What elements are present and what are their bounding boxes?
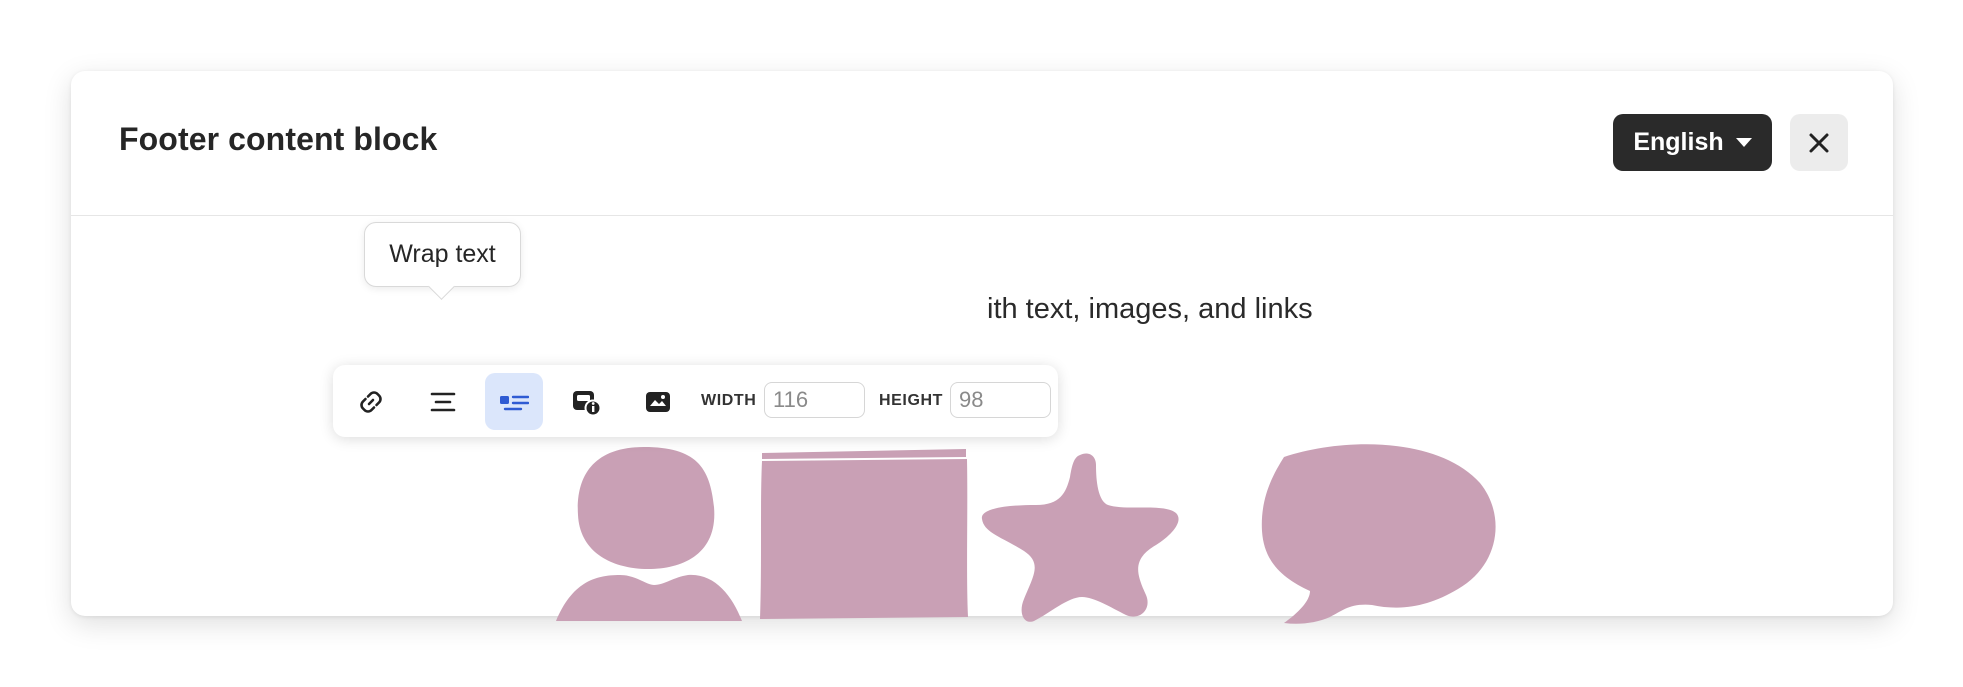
width-input[interactable]	[764, 382, 865, 418]
image-icon	[646, 391, 670, 412]
dialog-title: Footer content block	[119, 121, 438, 157]
image-toolbar: WIDTH HEIGHT	[333, 365, 1058, 437]
dialog-header: Footer content block English	[71, 71, 1893, 216]
content-block-dialog: Footer content block English ith text, i…	[71, 71, 1893, 624]
caret-down-icon	[1735, 138, 1752, 147]
tooltip-text: Wrap text	[389, 240, 496, 268]
wrap-text-icon	[500, 395, 529, 410]
height-input[interactable]	[950, 382, 1051, 418]
link-button[interactable]	[342, 373, 400, 430]
close-button[interactable]	[1790, 114, 1848, 171]
star-illustration	[981, 453, 1179, 622]
speech-bubble-illustration	[1261, 444, 1496, 624]
close-icon	[1809, 133, 1829, 152]
wrap-text-tooltip: Wrap text	[364, 222, 521, 300]
rectangle-illustration	[760, 449, 968, 619]
person-illustration	[556, 447, 742, 621]
language-dropdown[interactable]: English	[1613, 114, 1772, 171]
replace-image-button[interactable]	[629, 373, 687, 430]
width-label: WIDTH	[701, 392, 757, 409]
height-label: HEIGHT	[879, 392, 944, 409]
wrap-text-button[interactable]	[485, 373, 543, 430]
language-label: English	[1633, 128, 1724, 156]
link-icon	[360, 390, 382, 413]
align-center-button[interactable]	[414, 373, 472, 430]
align-center-icon	[430, 392, 456, 411]
image-info-icon	[573, 390, 602, 416]
image-info-button[interactable]	[557, 373, 615, 430]
content-text[interactable]: ith text, images, and links	[987, 293, 1313, 326]
